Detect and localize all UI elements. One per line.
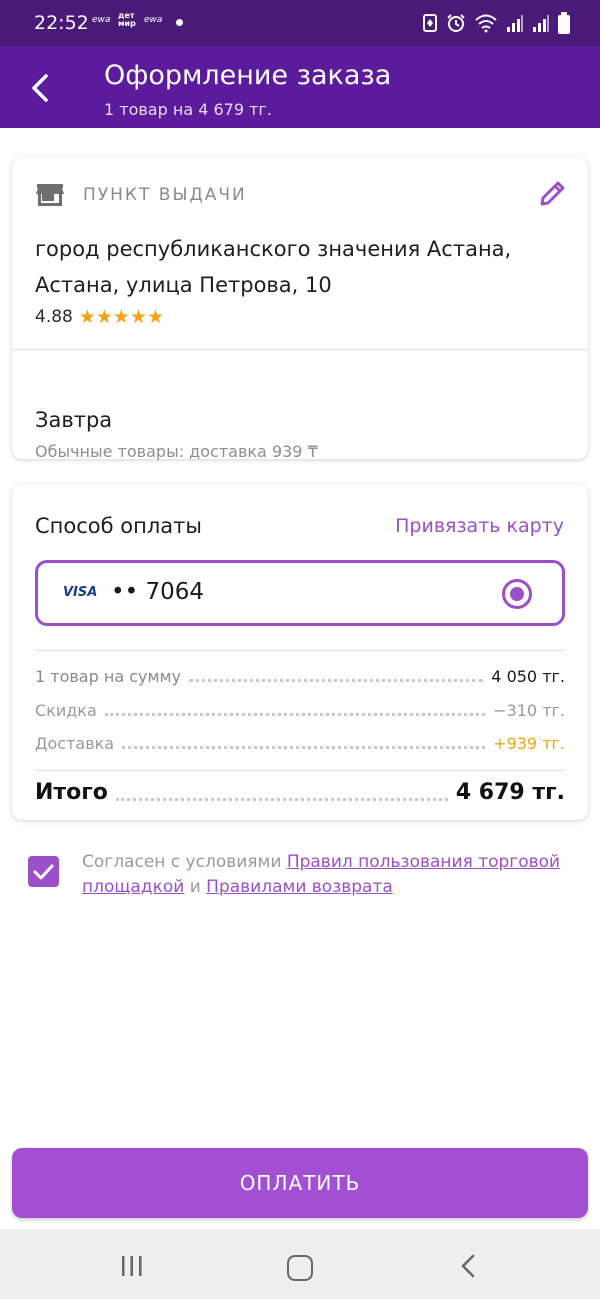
summary-value: +939 тг. xyxy=(493,734,565,753)
summary-row-discount: Скидка −310 тг. xyxy=(35,701,565,720)
payment-method-title: Способ оплаты xyxy=(35,514,202,538)
edit-pickup-button[interactable] xyxy=(538,178,568,208)
home-icon[interactable] xyxy=(287,1255,313,1281)
terms-text: Согласен с условиями Правил пользования … xyxy=(82,850,582,900)
dotted-leader xyxy=(189,679,484,682)
nav-back-icon[interactable] xyxy=(456,1253,482,1279)
return-policy-link[interactable]: Правилами возврата xyxy=(206,877,393,897)
summary-value: −310 тг. xyxy=(493,701,565,720)
pickup-rating: 4.88 ★★★★★ xyxy=(35,306,164,328)
divider xyxy=(12,349,588,350)
checkmark-icon xyxy=(33,864,54,880)
summary-total-row: Итого 4 679 тг. xyxy=(35,780,565,805)
dotted-leader xyxy=(115,798,448,801)
battery-saver-icon xyxy=(423,14,437,32)
pickup-point-label: ПУНКТ ВЫДАЧИ xyxy=(83,185,247,205)
pickup-card: ПУНКТ ВЫДАЧИ город республиканского знач… xyxy=(12,158,588,461)
terms-prefix: Согласен с условиями xyxy=(82,852,287,872)
delivery-day: Завтра xyxy=(35,408,113,432)
battery-icon xyxy=(558,12,570,34)
signal-2-icon xyxy=(533,15,549,32)
notification-ewa-icon: ewa xyxy=(144,15,163,25)
recent-apps-icon[interactable] xyxy=(119,1255,145,1277)
pencil-icon xyxy=(540,181,565,206)
rating-value: 4.88 xyxy=(35,307,73,327)
arrow-back-icon xyxy=(32,74,48,102)
wifi-icon xyxy=(475,14,497,33)
payment-card: Способ оплаты Привязать карту VISA •• 70… xyxy=(12,484,588,820)
status-time: 22:52 xyxy=(34,12,89,34)
total-label: Итого xyxy=(35,780,108,805)
signal-icon xyxy=(507,15,523,32)
system-icons xyxy=(422,12,570,34)
summary-value: 4 050 тг. xyxy=(491,667,565,686)
status-bar: 22:52 ewa дет мир ewa xyxy=(0,0,600,46)
notification-ewa-icon: ewa xyxy=(92,15,111,25)
dotted-leader xyxy=(104,713,486,716)
alarm-icon xyxy=(447,14,465,32)
summary-row-delivery: Доставка +939 тг. xyxy=(35,734,565,753)
payment-card-option[interactable]: VISA •• 7064 xyxy=(35,560,565,626)
summary-row-items: 1 товар на сумму 4 050 тг. xyxy=(35,667,565,686)
store-icon xyxy=(36,184,64,206)
page-subtitle: 1 товар на 4 679 тг. xyxy=(104,100,272,119)
total-value: 4 679 тг. xyxy=(455,780,565,805)
terms-middle: и xyxy=(184,877,207,897)
summary-label: 1 товар на сумму xyxy=(35,667,182,686)
divider xyxy=(35,770,565,771)
notification-detmir-icon: дет мир xyxy=(118,11,136,28)
delivery-note: Обычные товары: доставка 939 ₸ xyxy=(35,442,318,461)
system-nav-bar xyxy=(0,1229,600,1299)
pickup-address: город республиканского значения Астана, … xyxy=(35,237,512,297)
radio-selected-icon[interactable] xyxy=(502,579,532,609)
checkout-content: ПУНКТ ВЫДАЧИ город республиканского знач… xyxy=(0,128,600,1229)
visa-icon: VISA xyxy=(63,585,98,600)
summary-label: Скидка xyxy=(35,701,97,720)
page-title: Оформление заказа xyxy=(104,60,392,91)
summary-label: Доставка xyxy=(35,734,115,753)
link-card-button[interactable]: Привязать карту xyxy=(395,515,564,537)
terms-checkbox[interactable] xyxy=(28,856,59,887)
back-button[interactable] xyxy=(22,68,62,108)
rating-stars-icon: ★★★★★ xyxy=(78,306,165,328)
card-number: •• 7064 xyxy=(111,579,204,605)
notification-dot-icon xyxy=(176,19,183,26)
app-header: Оформление заказа 1 товар на 4 679 тг. xyxy=(0,46,600,128)
dotted-leader xyxy=(122,746,486,749)
divider xyxy=(35,650,565,651)
pay-button[interactable]: ОПЛАТИТЬ xyxy=(12,1148,588,1218)
